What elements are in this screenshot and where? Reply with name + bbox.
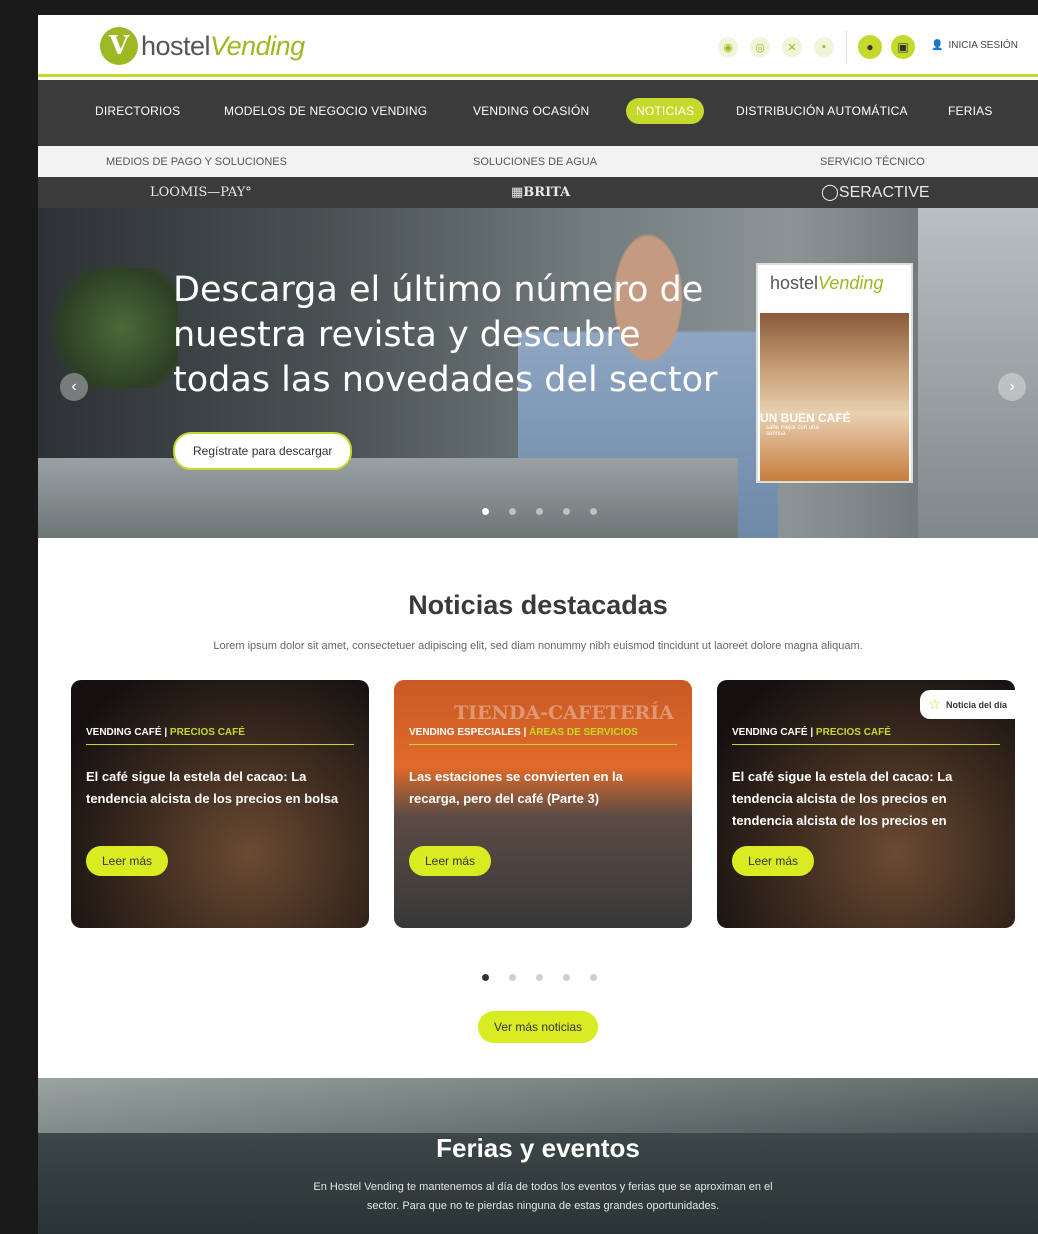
hero-dot-3[interactable] bbox=[536, 508, 543, 515]
events-background-image bbox=[38, 1078, 1038, 1133]
hero-window-image bbox=[918, 208, 1038, 538]
nav-item-vending-ocasion[interactable]: VENDING OCASIÓN bbox=[473, 104, 589, 118]
login-link[interactable]: 👤 INICIA SESIÓN bbox=[931, 40, 1018, 51]
news-card[interactable]: VENDING CAFÉ | PRECIOS CAFÉ El café sigu… bbox=[71, 680, 369, 928]
calendar-icon[interactable]: ▣ bbox=[891, 35, 915, 59]
card-subcategory[interactable]: PRECIOS CAFÉ bbox=[816, 727, 891, 738]
news-dot-1[interactable] bbox=[482, 974, 489, 981]
login-label: INICIA SESIÓN bbox=[948, 40, 1018, 51]
magazine-logo: hostelVending bbox=[770, 273, 884, 293]
brand-loomis-pay[interactable]: LOOMIS—PAY° bbox=[150, 185, 252, 200]
sub-nav: MEDIOS DE PAGO Y SOLUCIONES SOLUCIONES D… bbox=[38, 146, 1038, 177]
brand-brita[interactable]: ▦BRITA bbox=[511, 185, 570, 200]
nav-item-ferias[interactable]: FERIAS bbox=[948, 104, 993, 118]
news-of-the-day-badge: ☆ Noticia del día bbox=[920, 690, 1015, 719]
card-tags: VENDING CAFÉ | PRECIOS CAFÉ bbox=[86, 727, 354, 745]
hero-pagination bbox=[482, 508, 597, 515]
camera-icon[interactable]: ◎ bbox=[750, 37, 770, 57]
chevron-left-icon[interactable]: ‹ bbox=[60, 373, 88, 401]
main-nav: DIRECTORIOS MODELOS DE NEGOCIO VENDING V… bbox=[38, 80, 1038, 146]
news-title: Noticias destacadas bbox=[408, 590, 668, 620]
nav-item-modelos-negocio[interactable]: MODELOS DE NEGOCIO VENDING bbox=[224, 104, 427, 118]
sub-item-medios-pago[interactable]: MEDIOS DE PAGO Y SOLUCIONES bbox=[106, 156, 287, 168]
chevron-right-icon[interactable]: › bbox=[998, 373, 1026, 401]
sponsor-bar: LOOMIS—PAY° ▦BRITA ◯SERACTIVE bbox=[38, 177, 1038, 208]
news-dot-3[interactable] bbox=[536, 974, 543, 981]
card-category[interactable]: VENDING CAFÉ bbox=[732, 727, 808, 738]
star-icon: ☆ bbox=[928, 696, 941, 712]
featured-news-section: Noticias destacadas Lorem ipsum dolor si… bbox=[38, 538, 1038, 1078]
search-icon[interactable]: ● bbox=[858, 35, 882, 59]
read-more-button[interactable]: Leer más bbox=[732, 846, 815, 876]
events-section: Ferias y eventos En Hostel Vending te ma… bbox=[38, 1078, 1038, 1234]
events-title: Ferias y eventos bbox=[436, 1133, 640, 1163]
hero-dot-5[interactable] bbox=[590, 508, 597, 515]
hero-plant-image bbox=[38, 268, 178, 388]
card-tags: VENDING CAFÉ | PRECIOS CAFÉ bbox=[732, 727, 1000, 745]
hero-title: Descarga el último número de nuestra rev… bbox=[173, 270, 718, 400]
read-more-button[interactable]: Leer más bbox=[409, 846, 492, 876]
news-pagination bbox=[482, 974, 597, 981]
store-sign-image: TIENDA-CAFETERÍA bbox=[454, 702, 674, 724]
hero-dot-2[interactable] bbox=[509, 508, 516, 515]
sub-item-soluciones-agua[interactable]: SOLUCIONES DE AGUA bbox=[473, 156, 597, 168]
nav-item-directorios[interactable]: DIRECTORIOS bbox=[95, 104, 180, 118]
hero-dot-1[interactable] bbox=[482, 508, 489, 515]
social-links: ◉ ◎ ✕ ▪ bbox=[718, 37, 834, 57]
page: V hostelVending ◉ ◎ ✕ ▪ ● ▣ 👤 INICIA SES… bbox=[38, 15, 1038, 1234]
card-subcategory[interactable]: PRECIOS CAFÉ bbox=[170, 727, 245, 738]
card-tags: VENDING ESPECIALES | ÁREAS DE SERVICIOS bbox=[409, 727, 677, 745]
header: V hostelVending ◉ ◎ ✕ ▪ ● ▣ 👤 INICIA SES… bbox=[38, 15, 1038, 77]
card-title[interactable]: El café sigue la estela del cacao: La te… bbox=[732, 766, 1000, 832]
nav-item-distribucion[interactable]: DISTRIBUCIÓN AUTOMÁTICA bbox=[736, 104, 908, 118]
brand-brita-label: BRITA bbox=[523, 185, 571, 200]
logo-text: hostelVending bbox=[141, 30, 305, 61]
x-icon[interactable]: ✕ bbox=[782, 37, 802, 57]
header-divider bbox=[846, 31, 847, 63]
magazine-photo bbox=[760, 313, 909, 481]
magazine-subheadline: sabe mejor con una sonrisa bbox=[766, 425, 819, 437]
user-icon: 👤 bbox=[931, 40, 944, 51]
sub-item-servicio-tecnico[interactable]: SERVICIO TÉCNICO bbox=[820, 156, 925, 168]
more-news-button[interactable]: Ver más noticias bbox=[478, 1011, 599, 1043]
instagram-icon[interactable]: ◉ bbox=[718, 37, 738, 57]
badge-label: Noticia del día bbox=[945, 699, 1007, 710]
card-category[interactable]: VENDING ESPECIALES bbox=[409, 727, 521, 738]
hero-desk-image bbox=[38, 458, 738, 538]
magazine-cover[interactable]: hostelVending UN BUEN CAFÉ sabe mejor co… bbox=[756, 263, 913, 483]
news-dot-5[interactable] bbox=[590, 974, 597, 981]
card-title[interactable]: El café sigue la estela del cacao: La te… bbox=[86, 766, 354, 810]
site-logo[interactable]: V hostelVending bbox=[100, 27, 305, 65]
news-dot-2[interactable] bbox=[509, 974, 516, 981]
nav-item-noticias[interactable]: NOTICIAS bbox=[626, 98, 705, 124]
news-card[interactable]: ☆ Noticia del día VENDING CAFÉ | PRECIOS … bbox=[717, 680, 1015, 928]
brand-seractive-label: SERACTIVE bbox=[838, 184, 930, 201]
hero-slider: Descarga el último número de nuestra rev… bbox=[38, 208, 1038, 538]
magazine-headline: UN BUEN CAFÉ bbox=[760, 411, 851, 425]
logo-v-icon: V bbox=[100, 27, 138, 65]
news-dot-4[interactable] bbox=[563, 974, 570, 981]
events-description: En Hostel Vending te mantenemos al día d… bbox=[313, 1181, 773, 1212]
linkedin-icon[interactable]: ▪ bbox=[814, 37, 834, 57]
card-title[interactable]: Las estaciones se convierten en la recar… bbox=[409, 766, 677, 810]
card-subcategory[interactable]: ÁREAS DE SERVICIOS bbox=[529, 727, 638, 738]
news-description: Lorem ipsum dolor sit amet, consectetuer… bbox=[213, 640, 863, 652]
read-more-button[interactable]: Leer más bbox=[86, 846, 169, 876]
hero-dot-4[interactable] bbox=[563, 508, 570, 515]
news-card[interactable]: TIENDA-CAFETERÍA VENDING ESPECIALES | ÁR… bbox=[394, 680, 692, 928]
card-category[interactable]: VENDING CAFÉ bbox=[86, 727, 162, 738]
brand-seractive[interactable]: ◯SERACTIVE bbox=[821, 182, 930, 202]
register-download-button[interactable]: Regístrate para descargar bbox=[173, 432, 353, 470]
